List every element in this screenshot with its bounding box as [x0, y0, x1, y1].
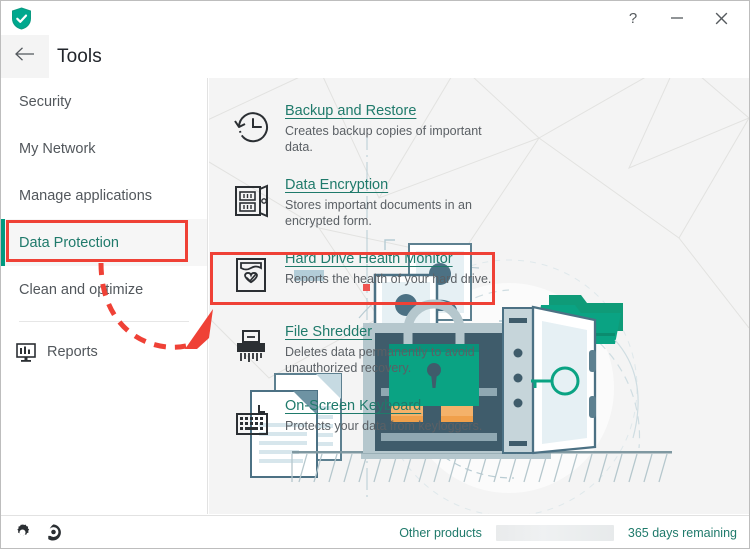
sidebar-item-manage-applications[interactable]: Manage applications — [1, 172, 207, 219]
tool-description: Stores important documents in an encrypt… — [285, 198, 472, 228]
sidebar-item-label: My Network — [19, 140, 96, 157]
page-title: Tools — [57, 46, 102, 67]
page-header: Tools — [1, 35, 749, 78]
minus-icon — [670, 11, 684, 25]
tool-backup-and-restore[interactable]: Backup and Restore Creates backup copies… — [225, 95, 525, 163]
redacted-license-box — [495, 524, 614, 541]
application-window: ? Tools Security My Network Manage appli… — [0, 0, 750, 549]
other-products-link[interactable]: Other products — [399, 526, 482, 540]
green-shield-check-icon — [11, 7, 32, 30]
status-bar-right: Other products 365 days remaining — [399, 516, 737, 548]
tool-title[interactable]: Data Encryption — [285, 177, 388, 193]
tool-description: Creates backup copies of important data. — [285, 124, 482, 154]
sidebar-item-my-network[interactable]: My Network — [1, 125, 207, 172]
tool-description: Reports the health of your hard drive. — [285, 272, 492, 286]
clock-restore-icon — [231, 101, 271, 155]
sidebar-item-label: Security — [19, 93, 72, 110]
tool-data-encryption[interactable]: Data Encryption Stores important documen… — [225, 169, 525, 237]
back-button[interactable] — [1, 35, 49, 78]
safe-vault-icon — [231, 175, 271, 229]
sidebar-item-reports[interactable]: Reports — [1, 328, 207, 375]
tool-title[interactable]: On-Screen Keyboard — [285, 398, 421, 414]
sidebar-item-label: Clean and optimize — [19, 281, 144, 298]
tool-file-shredder[interactable]: File Shredder Deletes data permanently t… — [225, 316, 525, 384]
minimize-button[interactable] — [655, 1, 699, 35]
status-bar: Other products 365 days remaining — [1, 515, 749, 548]
keyboard-icon — [231, 396, 271, 449]
support-bubble-icon[interactable] — [44, 523, 63, 542]
sidebar-divider — [19, 321, 189, 322]
window-controls: ? — [611, 1, 743, 35]
paper-shredder-icon — [231, 322, 271, 376]
title-bar: ? — [1, 1, 749, 35]
sidebar-item-label: Reports — [47, 343, 98, 360]
tool-title[interactable]: File Shredder — [285, 324, 372, 340]
tool-on-screen-keyboard[interactable]: On-Screen Keyboard Protects your data fr… — [225, 390, 525, 457]
tools-content-panel: Backup and Restore Creates backup copies… — [209, 78, 749, 514]
sidebar-item-label: Manage applications — [19, 187, 153, 204]
tools-list: Backup and Restore Creates backup copies… — [225, 95, 525, 457]
license-status-link[interactable]: 365 days remaining — [628, 526, 737, 540]
status-bar-left — [13, 516, 63, 548]
question-mark-icon: ? — [628, 9, 638, 27]
close-button[interactable] — [699, 1, 743, 35]
sidebar-nav: Security My Network Manage applications … — [1, 78, 208, 514]
tool-hard-drive-health-monitor[interactable]: Hard Drive Health Monitor Reports the he… — [225, 243, 525, 310]
close-x-icon — [714, 11, 729, 26]
tool-title[interactable]: Hard Drive Health Monitor — [285, 251, 453, 267]
help-button[interactable]: ? — [611, 1, 655, 35]
arrow-left-icon — [14, 46, 36, 67]
tool-description: Protects your data from keyloggers. — [285, 419, 483, 433]
sidebar-item-security[interactable]: Security — [1, 78, 207, 125]
monitor-chart-icon — [15, 341, 37, 363]
sidebar-item-label: Data Protection — [19, 234, 119, 251]
tool-title[interactable]: Backup and Restore — [285, 103, 416, 119]
sidebar-item-clean-and-optimize[interactable]: Clean and optimize — [1, 266, 207, 313]
gear-icon[interactable] — [13, 523, 32, 542]
tool-description: Deletes data permanently to avoid unauth… — [285, 345, 475, 375]
sidebar-item-data-protection[interactable]: Data Protection — [1, 219, 207, 266]
hard-drive-heart-icon — [231, 249, 271, 302]
